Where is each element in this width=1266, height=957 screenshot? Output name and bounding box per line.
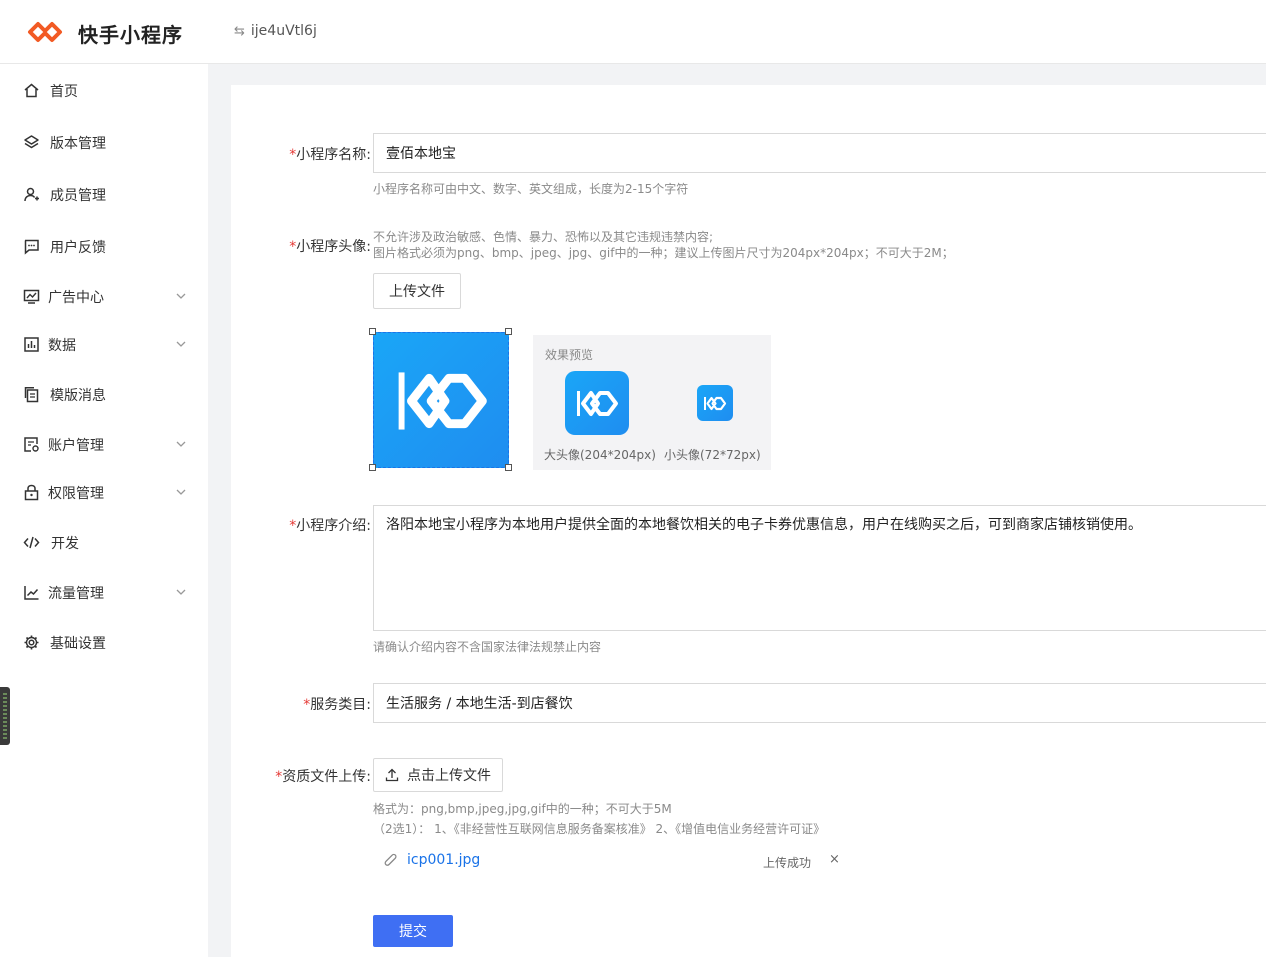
sidebar-item-templates[interactable]: 模版消息 bbox=[0, 376, 208, 412]
home-icon bbox=[24, 83, 39, 98]
small-avatar-caption: 小头像(72*72px) bbox=[664, 448, 761, 462]
qualification-hint-1: 格式为：png,bmp,jpeg,jpg,gif中的一种；不可大于5M bbox=[373, 802, 672, 816]
sidebar-item-label: 广告中心 bbox=[48, 290, 104, 306]
small-avatar-preview bbox=[697, 385, 733, 421]
uploaded-file-item[interactable]: icp001.jpg 上传成功 × bbox=[373, 850, 843, 874]
sidebar-item-label: 模版消息 bbox=[50, 388, 106, 404]
sidebar-item-develop[interactable]: 开发 bbox=[0, 524, 208, 560]
sidebar-item-label: 首页 bbox=[50, 84, 78, 100]
sidebar-item-label: 数据 bbox=[48, 338, 76, 354]
ad-icon bbox=[23, 289, 40, 304]
avatar-field-label: *小程序头像: bbox=[231, 236, 371, 256]
upload-status: 上传成功 bbox=[763, 856, 812, 870]
layers-icon bbox=[24, 135, 39, 149]
name-hint: 小程序名称可由中文、数字、英文组成，长度为2-15个字符 bbox=[373, 182, 689, 196]
swap-icon: ⇆ bbox=[234, 23, 245, 39]
trend-icon bbox=[24, 586, 39, 600]
sidebar: 首页 版本管理 成员管理 用户反馈 广告中心 数据 模版消息 账户管理 权限管理… bbox=[0, 64, 208, 957]
avatar-hint-1: 不允许涉及政治敏感、色情、暴力、恐怖以及其它违规违禁内容; bbox=[373, 230, 714, 244]
submit-button[interactable]: 提交 bbox=[373, 915, 453, 947]
submit-label: 提交 bbox=[399, 924, 427, 940]
name-field-label: *小程序名称: bbox=[231, 144, 371, 164]
sidebar-item-label: 开发 bbox=[51, 536, 79, 552]
sidebar-item-ads[interactable]: 广告中心 bbox=[0, 278, 208, 314]
sidebar-item-feedback[interactable]: 用户反馈 bbox=[0, 228, 208, 264]
category-select-value: 生活服务 / 本地生活-到店餐饮 bbox=[386, 696, 573, 712]
avatar-upload-button[interactable]: 上传文件 bbox=[373, 273, 461, 309]
form-card: *小程序名称: 壹佰本地宝 小程序名称可由中文、数字、英文组成，长度为2-15个… bbox=[231, 85, 1266, 957]
intro-textarea[interactable]: 洛阳本地宝小程序为本地用户提供全面的本地餐饮相关的电子卡券优惠信息，用户在线购买… bbox=[373, 505, 1266, 631]
app-logo-icon bbox=[577, 391, 618, 416]
name-label-text: 小程序名称: bbox=[296, 147, 371, 163]
intro-field-label: *小程序介绍: bbox=[231, 515, 371, 535]
sidebar-item-settings[interactable]: 基础设置 bbox=[0, 624, 208, 660]
app-switcher[interactable]: ⇆ ije4uVtl6j bbox=[234, 23, 317, 39]
qualification-upload-label: 点击上传文件 bbox=[407, 768, 491, 784]
sidebar-item-label: 用户反馈 bbox=[50, 240, 106, 256]
name-input-value: 壹佰本地宝 bbox=[386, 146, 456, 162]
top-header: 快手小程序 ⇆ ije4uVtl6j bbox=[0, 0, 1266, 64]
remove-file-icon[interactable]: × bbox=[829, 852, 840, 867]
chevron-down-icon bbox=[176, 589, 186, 595]
account-icon bbox=[24, 437, 39, 452]
intro-label-text: 小程序介绍: bbox=[296, 518, 371, 534]
chevron-down-icon bbox=[176, 293, 186, 299]
avatar-label-text: 小程序头像: bbox=[296, 239, 371, 255]
app-logo-icon bbox=[704, 396, 727, 411]
name-input[interactable]: 壹佰本地宝 bbox=[373, 133, 1266, 173]
sidebar-item-members[interactable]: 成员管理 bbox=[0, 176, 208, 212]
avatar-crop-image[interactable] bbox=[373, 332, 509, 468]
sidebar-item-traffic[interactable]: 流量管理 bbox=[0, 574, 208, 610]
paperclip-icon bbox=[384, 853, 397, 866]
sidebar-item-data[interactable]: 数据 bbox=[0, 326, 208, 362]
big-avatar-caption: 大头像(204*204px) bbox=[544, 448, 656, 462]
category-field-label: *服务类目: bbox=[231, 694, 371, 714]
upload-icon bbox=[385, 768, 399, 782]
sidebar-item-label: 成员管理 bbox=[50, 188, 106, 204]
sidebar-item-permissions[interactable]: 权限管理 bbox=[0, 474, 208, 510]
sidebar-item-label: 权限管理 bbox=[48, 486, 104, 502]
intro-textarea-value: 洛阳本地宝小程序为本地用户提供全面的本地餐饮相关的电子卡券优惠信息，用户在线购买… bbox=[386, 517, 1142, 533]
chevron-down-icon bbox=[176, 341, 186, 347]
chevron-down-icon bbox=[176, 441, 186, 447]
sidebar-item-label: 流量管理 bbox=[48, 586, 104, 602]
qualification-hint-2: （2选1）： 1、《非经营性互联网信息服务备案核准》 2、《增值电信业务经营许可… bbox=[373, 822, 826, 836]
brand-title[interactable]: 快手小程序 bbox=[78, 19, 183, 48]
copy-icon bbox=[24, 387, 39, 403]
chevron-down-icon bbox=[176, 489, 186, 495]
category-label-text: 服务类目: bbox=[310, 697, 371, 713]
message-icon bbox=[24, 239, 39, 255]
preview-title: 效果预览 bbox=[545, 348, 594, 362]
crop-handle-bottom-right[interactable] bbox=[505, 464, 512, 471]
sidebar-item-account[interactable]: 账户管理 bbox=[0, 426, 208, 462]
lock-icon bbox=[24, 484, 39, 501]
sidebar-item-label: 账户管理 bbox=[48, 438, 104, 454]
sidebar-item-version[interactable]: 版本管理 bbox=[0, 124, 208, 160]
gear-icon bbox=[24, 635, 39, 650]
category-select[interactable]: 生活服务 / 本地生活-到店餐饮 bbox=[373, 683, 1266, 723]
uploaded-file-name[interactable]: icp001.jpg bbox=[407, 852, 480, 868]
chart-icon bbox=[24, 337, 39, 352]
sidebar-item-label: 基础设置 bbox=[50, 636, 106, 652]
big-avatar-preview bbox=[565, 371, 629, 435]
kuaishou-logo-icon[interactable] bbox=[26, 19, 64, 45]
qualification-upload-button[interactable]: 点击上传文件 bbox=[373, 758, 503, 792]
intro-hint: 请确认介绍内容不含国家法律法规禁止内容 bbox=[373, 640, 602, 654]
avatar-preview-panel: 效果预览 大头像(204*204px) 小头像(72*72px) bbox=[533, 335, 771, 470]
avatar-hint-2: 图片格式必须为png、bmp、jpeg、jpg、gif中的一种；建议上传图片尺寸… bbox=[373, 246, 954, 260]
qualification-field-label: *资质文件上传: bbox=[231, 766, 371, 786]
app-id-label: ije4uVtl6j bbox=[250, 23, 317, 39]
crop-handle-top-right[interactable] bbox=[505, 328, 512, 335]
qualification-label-text: 资质文件上传: bbox=[282, 769, 371, 785]
user-icon bbox=[24, 187, 39, 202]
code-icon bbox=[23, 536, 40, 549]
avatar-upload-label: 上传文件 bbox=[389, 284, 445, 300]
sidebar-item-home[interactable]: 首页 bbox=[0, 72, 208, 108]
sidebar-item-label: 版本管理 bbox=[50, 136, 106, 152]
crop-handle-top-left[interactable] bbox=[369, 328, 376, 335]
crop-handle-bottom-left[interactable] bbox=[369, 464, 376, 471]
app-logo-icon bbox=[398, 372, 487, 430]
side-drawer-handle[interactable] bbox=[0, 687, 10, 745]
